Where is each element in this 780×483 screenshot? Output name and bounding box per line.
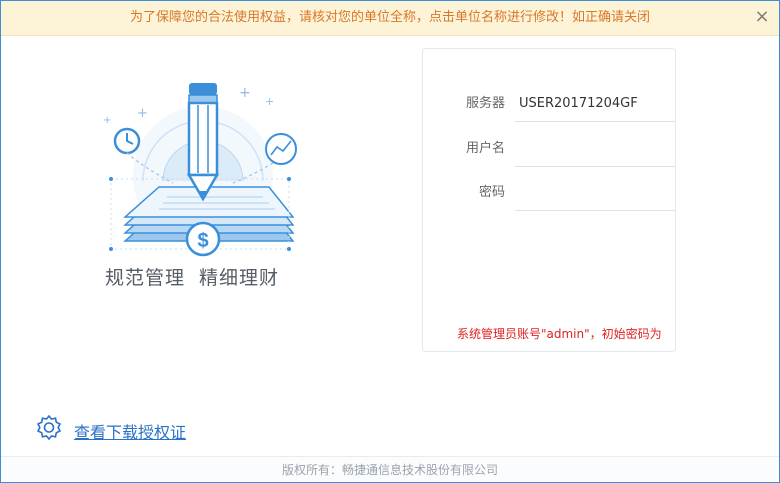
svg-text:+: +	[137, 106, 148, 121]
gear-badge-icon	[37, 415, 61, 441]
server-label: 服务器	[465, 96, 505, 111]
slogan-right: 精细理财	[199, 267, 280, 289]
notice-text[interactable]: 为了保障您的合法使用权益，请核对您的单位全称，点击单位名称进行修改！如正确请关闭	[1, 1, 779, 35]
username-input[interactable]	[515, 130, 675, 167]
password-label: 密码	[478, 185, 505, 200]
svg-text:$: $	[197, 230, 208, 252]
login-window: 为了保障您的合法使用权益，请核对您的单位全称，点击单位名称进行修改！如正确请关闭…	[0, 0, 780, 483]
admin-hint: 系统管理员账号"admin"，初始密码为	[457, 327, 662, 341]
username-label: 用户名	[465, 141, 505, 156]
footer: 版权所有：畅捷通信息技术股份有限公司	[1, 456, 779, 482]
slogan: 规范管理 精细理财	[105, 263, 279, 290]
copyright-text: 版权所有：畅捷通信息技术股份有限公司	[281, 463, 498, 477]
login-card: 服务器 用户名 密码 系统管理员账号"admin"，初始密码为	[422, 48, 676, 352]
svg-text:+: +	[239, 85, 251, 101]
notice-bar: 为了保障您的合法使用权益，请核对您的单位全称，点击单位名称进行修改！如正确请关闭…	[1, 1, 779, 36]
view-license-link[interactable]: 查看下载授权证	[74, 419, 186, 443]
close-icon[interactable]: ×	[751, 7, 773, 29]
svg-text:+: +	[103, 115, 111, 126]
server-input[interactable]	[515, 85, 675, 122]
server-row: 服务器	[423, 85, 675, 123]
slogan-left: 规范管理	[105, 267, 186, 289]
pencil-document-illustration: + + + + $	[103, 83, 297, 257]
password-row: 密码	[423, 174, 675, 212]
username-row: 用户名	[423, 130, 675, 168]
password-input[interactable]	[515, 174, 675, 211]
svg-text:+: +	[265, 95, 274, 108]
